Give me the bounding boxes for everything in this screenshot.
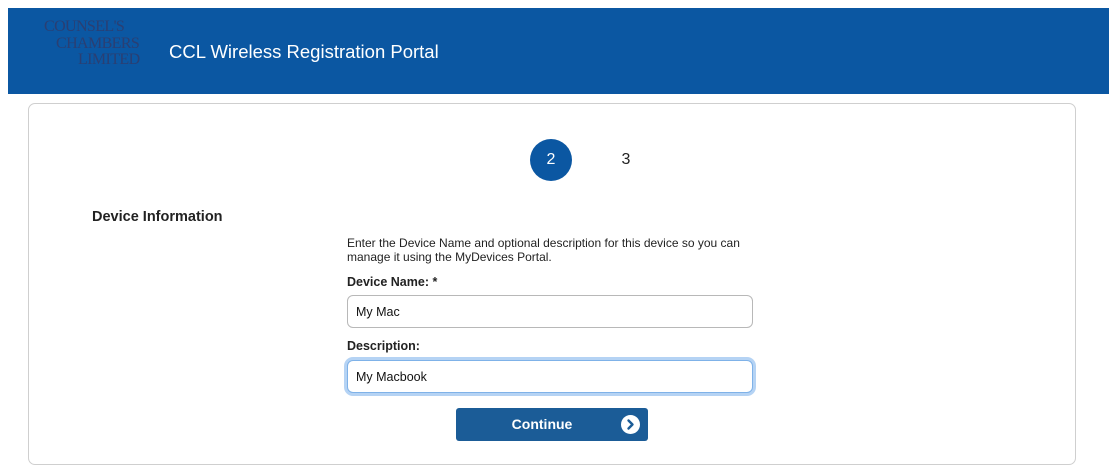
device-name-label: Device Name: * [347,275,438,289]
company-logo: COUNSEL'S CHAMBERS LIMITED [44,18,152,69]
logo-line-2: CHAMBERS [56,34,140,52]
description-label: Description: [347,339,420,353]
instructions-text: Enter the Device Name and optional descr… [347,236,740,264]
logo-line-3: LIMITED [78,51,140,68]
continue-button-label: Continue [511,416,573,432]
section-title: Device Information [92,209,223,225]
step-indicator-current: 2 [530,139,572,181]
chevron-right-icon [621,415,640,434]
portal-title: CCL Wireless Registration Portal [169,41,439,62]
logo-line-1: COUNSEL'S [44,18,125,35]
description-input[interactable] [347,360,753,393]
device-name-input[interactable] [347,295,753,328]
step-indicator-next: 3 [621,151,631,168]
continue-button[interactable]: Continue [456,408,648,441]
top-banner: COUNSEL'S CHAMBERS LIMITED CCL Wireless … [8,8,1109,94]
